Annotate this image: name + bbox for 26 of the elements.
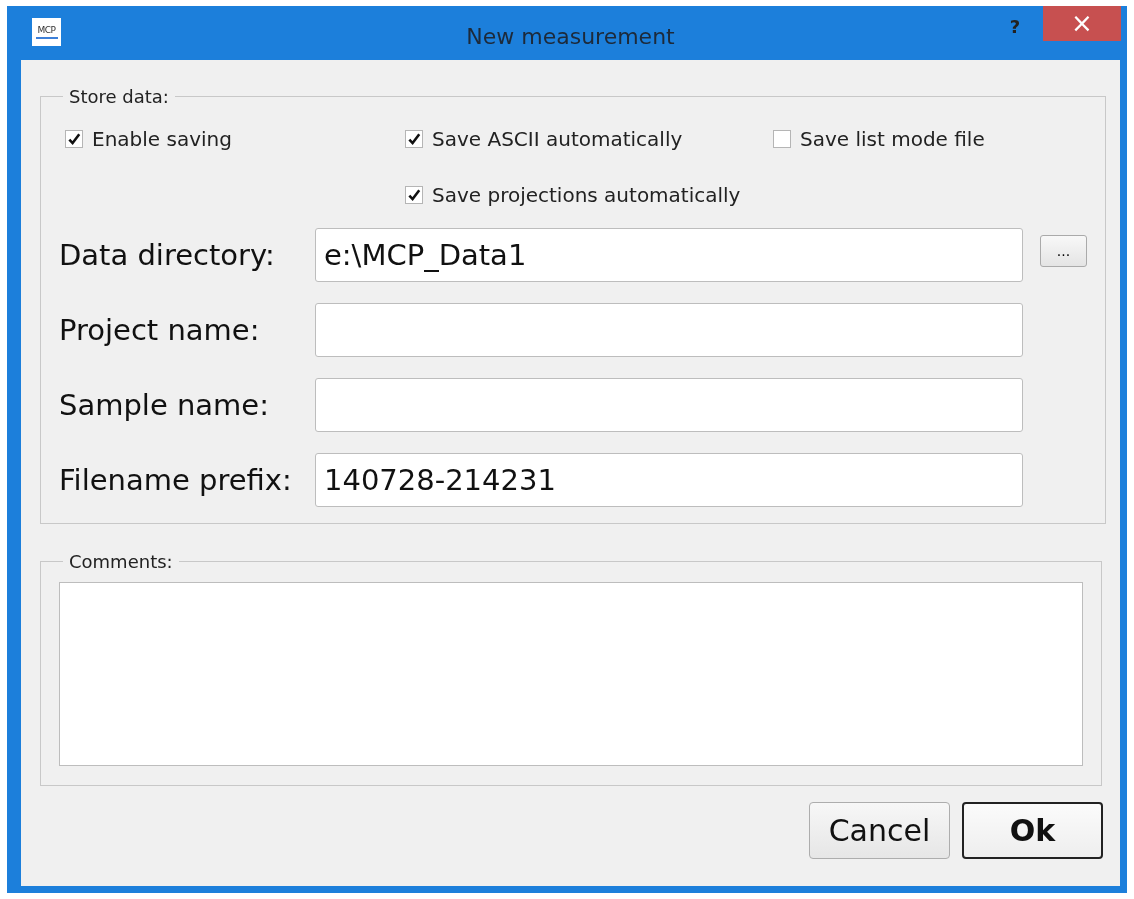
checkbox[interactable] <box>405 130 423 148</box>
checkbox[interactable] <box>773 130 791 148</box>
group-title: Comments: <box>68 551 174 572</box>
checkbox-label: Save list mode file <box>800 127 985 151</box>
help-button[interactable]: ? <box>997 16 1033 37</box>
input-field[interactable] <box>315 378 1023 432</box>
app-icon: MCP <box>32 18 61 46</box>
input-field[interactable]: 140728-214231 <box>315 453 1023 507</box>
input-field[interactable] <box>315 303 1023 357</box>
window-title: New measurement <box>466 24 675 49</box>
cancel-button[interactable]: Cancel <box>809 802 950 859</box>
comments-field[interactable] <box>59 582 1083 766</box>
checkbox-label: Save projections automatically <box>432 183 741 207</box>
field-label: Data directory: <box>59 238 276 272</box>
ok-button[interactable]: Ok <box>962 802 1103 859</box>
close-button[interactable]: × <box>1043 6 1121 41</box>
group-title: Store data: <box>68 86 170 107</box>
field-label: Filename prefix: <box>59 463 293 497</box>
checkbox-label: Enable saving <box>92 127 232 151</box>
checkbox[interactable] <box>65 130 83 148</box>
field-label: Sample name: <box>59 388 270 422</box>
browse-button[interactable]: ... <box>1040 235 1087 267</box>
checkbox[interactable] <box>405 186 423 204</box>
checkbox-label: Save ASCII automatically <box>432 127 683 151</box>
input-field[interactable]: e:\MCP_Data1 <box>315 228 1023 282</box>
field-label: Project name: <box>59 313 261 347</box>
